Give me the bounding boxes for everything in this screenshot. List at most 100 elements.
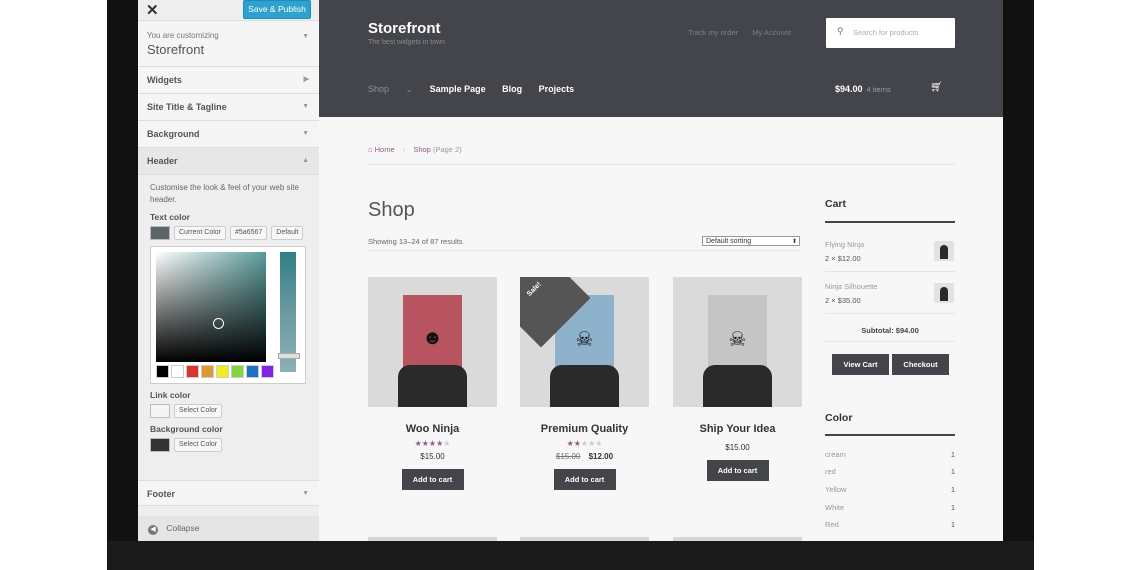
screen: ✕ Save & Publish You are customizing Sto…: [138, 0, 1003, 541]
track-order-link[interactable]: Track my order: [688, 28, 738, 37]
shop-content: ⌂ Home › Shop (Page 2) Shop Showing 13–2…: [319, 117, 1003, 541]
breadcrumb-separator: ›: [402, 145, 406, 154]
hue-slider-handle[interactable]: [278, 353, 300, 359]
picker-handle[interactable]: [213, 318, 224, 329]
mini-cart-item-name[interactable]: Flying Ninja: [825, 240, 864, 249]
section-label: Site Title & Tagline: [147, 102, 227, 112]
cart-icon[interactable]: 🛒︎: [930, 82, 943, 93]
mini-cart-item-name[interactable]: Ninja Silhouette: [825, 282, 878, 291]
product-card[interactable]: ☻ Woo Ninja ★★★★★ $15.00 Add to cart: [368, 277, 497, 490]
view-cart-button[interactable]: View Cart: [832, 354, 889, 375]
breadcrumb-page: (Page 2): [432, 145, 462, 154]
color-name[interactable]: White: [825, 503, 844, 512]
laptop-bezel-left: [107, 0, 138, 570]
collapse-icon: ◀: [148, 525, 158, 535]
sort-select[interactable]: Default sorting ⬍: [702, 236, 800, 246]
customizer-header: ✕ Save & Publish: [138, 0, 319, 21]
product-name[interactable]: Ship Your Idea: [673, 423, 802, 435]
search-box[interactable]: ⚲ Search for products: [826, 18, 955, 48]
add-to-cart-button[interactable]: Add to cart: [401, 469, 464, 490]
section-footer[interactable]: Footer ▼: [138, 480, 319, 506]
color-filter-item[interactable]: Yellow 1: [825, 485, 955, 494]
section-site-title-tagline[interactable]: Site Title & Tagline ▼: [138, 94, 319, 121]
product-card[interactable]: ☠ Ship Your Idea $15.00 Add to cart: [673, 277, 802, 481]
palette-swatch[interactable]: [216, 365, 229, 378]
search-icon: ⚲: [837, 26, 844, 36]
section-header[interactable]: Header ▲: [138, 148, 319, 175]
palette-swatch[interactable]: [246, 365, 259, 378]
product-rating: ★★★★★: [566, 439, 603, 448]
mini-cart-item[interactable]: Ninja Silhouette 2 × $35.00: [825, 279, 955, 314]
default-button[interactable]: Default: [271, 226, 304, 240]
color-filter-item[interactable]: red 1: [825, 467, 955, 476]
widget-rule: [825, 221, 955, 223]
hex-input[interactable]: #5a6567: [230, 226, 268, 240]
color-name[interactable]: Red: [825, 520, 839, 529]
nav-item-sample-page[interactable]: Sample Page: [430, 84, 486, 94]
color-name[interactable]: cream: [825, 450, 846, 459]
close-icon[interactable]: ✕: [146, 1, 159, 19]
cart-total: $94.00: [835, 84, 863, 94]
color-count: 1: [950, 450, 955, 459]
page-title: Shop: [368, 199, 415, 221]
add-to-cart-button[interactable]: Add to cart: [706, 460, 769, 481]
search-input[interactable]: Search for products: [853, 28, 918, 37]
product-image[interactable]: ☠: [673, 277, 802, 407]
person-silhouette: [550, 365, 619, 407]
color-count: 1: [950, 520, 955, 529]
breadcrumb-home[interactable]: Home: [375, 145, 395, 154]
collapse-button[interactable]: ◀ Collapse: [138, 516, 319, 541]
checkout-button[interactable]: Checkout: [892, 354, 949, 375]
header-description: Customise the look & feel of your web si…: [150, 183, 299, 204]
add-to-cart-button[interactable]: Add to cart: [553, 469, 616, 490]
section-background[interactable]: Background ▼: [138, 121, 319, 148]
color-picker[interactable]: [150, 246, 306, 384]
nav-item-blog[interactable]: Blog: [502, 84, 522, 94]
section-widgets[interactable]: Widgets ▶: [138, 67, 319, 94]
chevron-down-icon: ▼: [302, 490, 309, 497]
palette-swatch[interactable]: [201, 365, 214, 378]
background-color-swatch[interactable]: [150, 438, 170, 452]
breadcrumb-shop[interactable]: Shop: [413, 145, 431, 154]
product-image[interactable]: ☠ Sale!: [520, 277, 649, 407]
save-publish-button[interactable]: Save & Publish: [243, 0, 311, 19]
color-name[interactable]: red: [825, 467, 836, 476]
color-filter-item[interactable]: White 1: [825, 503, 955, 512]
color-count: 1: [950, 467, 955, 476]
customizer-panel: ✕ Save & Publish You are customizing Sto…: [138, 0, 320, 541]
color-name[interactable]: Yellow: [825, 485, 846, 494]
palette-swatch[interactable]: [261, 365, 274, 378]
product-image[interactable]: ☻: [368, 277, 497, 407]
nav-item-projects[interactable]: Projects: [539, 84, 575, 94]
header-cart[interactable]: $94.00 4 items: [835, 84, 891, 94]
color-filter-item[interactable]: cream 1: [825, 450, 955, 459]
mini-cart-item[interactable]: Flying Ninja 2 × $12.00: [825, 237, 955, 272]
laptop-bezel-bottom: [107, 541, 1034, 570]
saturation-area[interactable]: [156, 252, 266, 362]
customizing-label: You are customizing: [147, 31, 219, 40]
site-header: Storefront The best widgets in town Trac…: [319, 0, 1003, 117]
product-name[interactable]: Woo Ninja: [368, 423, 497, 435]
color-palette: [156, 365, 274, 378]
nav-item-shop[interactable]: Shop ⌄: [368, 84, 413, 94]
product-old-price: $15.00: [555, 452, 581, 461]
palette-swatch[interactable]: [186, 365, 199, 378]
product-card[interactable]: ☠ Sale! Premium Quality ★★★★★ $15.00 $12…: [520, 277, 649, 490]
collapse-label: Collapse: [166, 523, 200, 533]
background-select-color-button[interactable]: Select Color: [174, 438, 223, 452]
palette-swatch[interactable]: [231, 365, 244, 378]
link-color-swatch[interactable]: [150, 404, 170, 418]
chevron-down-icon[interactable]: ▼: [302, 33, 309, 40]
palette-swatch[interactable]: [156, 365, 169, 378]
chevron-down-icon: ▼: [302, 130, 309, 137]
current-color-button[interactable]: Current Color: [174, 226, 227, 240]
palette-swatch[interactable]: [171, 365, 184, 378]
customizing-site-name: Storefront: [147, 42, 205, 57]
my-account-link[interactable]: My Account: [752, 28, 791, 37]
text-color-swatch[interactable]: [150, 226, 170, 240]
product-name[interactable]: Premium Quality: [520, 423, 649, 435]
link-select-color-button[interactable]: Select Color: [174, 404, 223, 418]
color-filter-item[interactable]: Red 1: [825, 520, 955, 529]
chevron-up-icon: ▲: [302, 157, 309, 164]
site-title[interactable]: Storefront: [368, 20, 441, 37]
